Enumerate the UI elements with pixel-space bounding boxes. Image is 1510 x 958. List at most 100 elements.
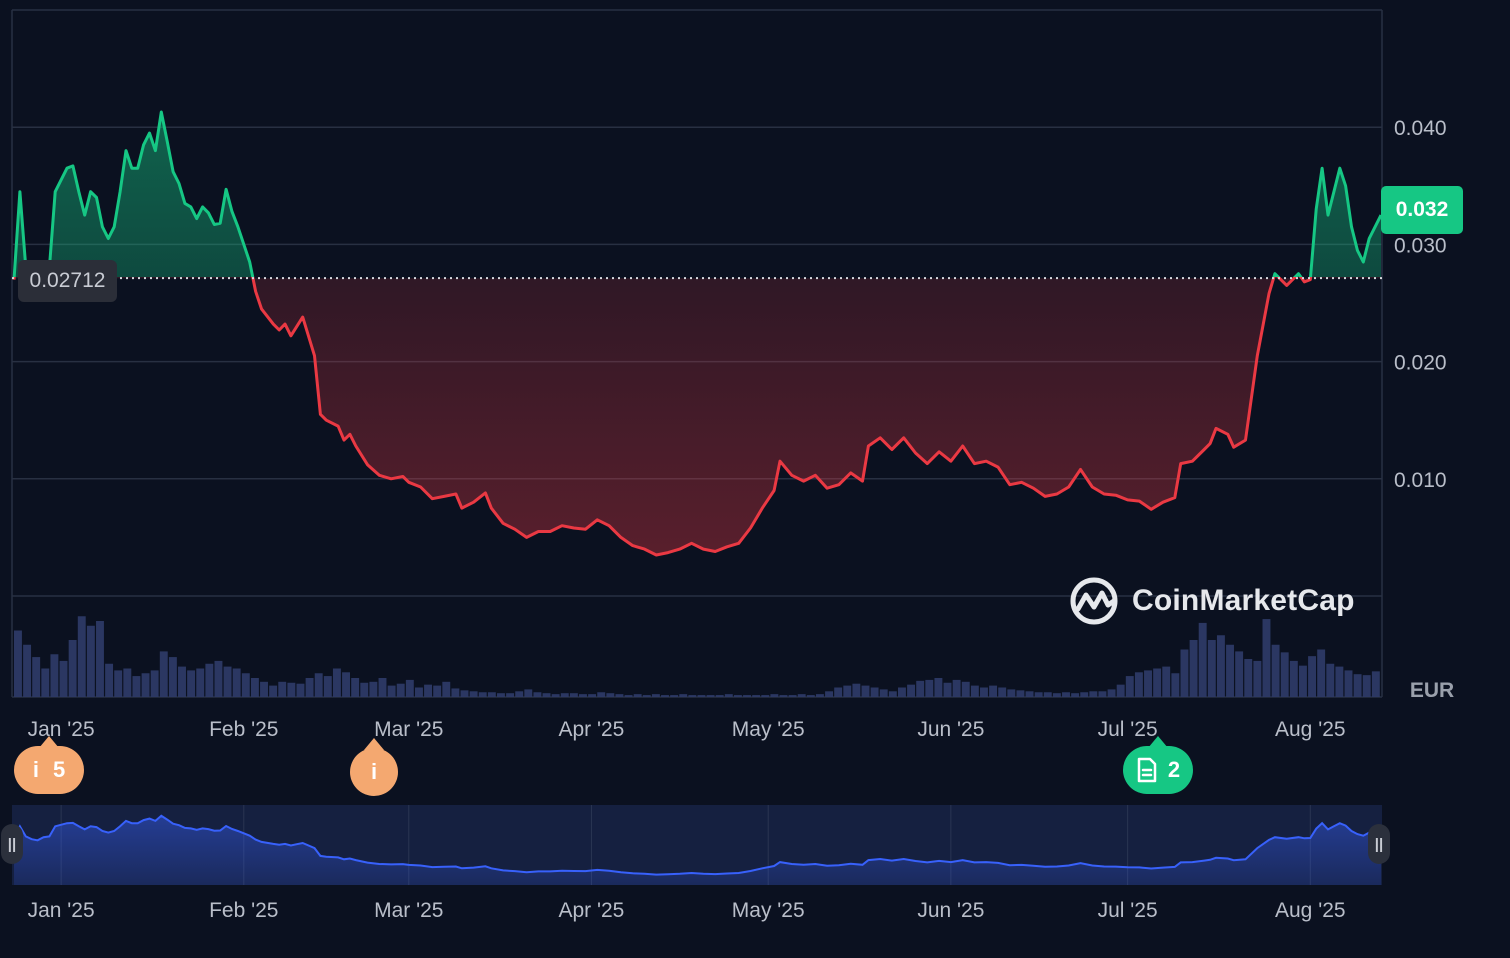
volume-bar — [989, 685, 998, 697]
volume-bar — [560, 693, 569, 697]
current-price-label: 0.032 — [1381, 186, 1463, 234]
volume-bar — [1362, 675, 1371, 697]
volume-bar — [1062, 692, 1070, 697]
volume-bar — [269, 685, 278, 697]
volume-bar — [1098, 691, 1107, 697]
volume-bar — [86, 625, 95, 697]
volume-bar — [943, 682, 952, 697]
volume-bar — [642, 695, 651, 697]
volume-bar — [323, 676, 332, 697]
volume-bar — [661, 695, 669, 697]
volume-bar — [1326, 663, 1335, 697]
volume-bar — [1371, 671, 1380, 697]
info-glyph: i — [370, 759, 378, 784]
currency-unit-label: EUR — [1410, 679, 1454, 702]
volume-bar — [433, 685, 442, 697]
volume-bar — [1034, 692, 1043, 697]
document-badge-jul[interactable]: 2 — [1123, 736, 1193, 794]
volume-bar — [1271, 644, 1280, 697]
volume-bar — [770, 694, 779, 697]
volume-bar — [879, 689, 888, 697]
volume-bar — [132, 676, 141, 697]
volume-bar — [387, 685, 396, 697]
volume-bar — [351, 678, 360, 697]
volume-bar — [396, 683, 405, 697]
volume-bar — [779, 695, 788, 697]
volume-bar — [606, 693, 615, 697]
info-icon: i — [32, 757, 39, 782]
volume-bar — [105, 663, 114, 697]
volume-bar — [998, 687, 1007, 697]
volume-bar — [478, 692, 487, 697]
volume-bar — [934, 678, 943, 697]
volume-bar — [524, 689, 533, 697]
volume-bar — [23, 644, 32, 697]
volume-bar — [579, 694, 587, 697]
volume-bar — [424, 684, 433, 697]
y-axis-ticks: 0.040 0.030 0.020 0.010 — [1394, 117, 1447, 492]
navigator-handle-left[interactable]: || — [1, 824, 23, 864]
volume-bar — [332, 668, 341, 697]
volume-bar — [214, 660, 223, 697]
volume-bar — [223, 666, 232, 697]
volume-bar — [1171, 673, 1180, 697]
volume-bar — [451, 688, 460, 697]
navigator-x-tick-label: Jul '25 — [1098, 899, 1158, 922]
price-chart-svg[interactable]: 0.040 0.030 0.020 0.010 Jan '25 Feb '25 Mar '… — [0, 0, 1510, 958]
volume-bar — [615, 694, 624, 697]
volume-bar — [834, 687, 843, 697]
news-badge-feb[interactable]: i i — [350, 738, 398, 796]
volume-bar — [1125, 676, 1134, 697]
volume-bar — [405, 679, 414, 697]
volume-bar — [925, 679, 934, 697]
volume-bar — [1080, 692, 1089, 697]
volume-bar — [651, 694, 660, 697]
volume-bar — [1353, 674, 1362, 697]
volume-bar — [260, 681, 268, 697]
volume-bar — [597, 692, 606, 697]
volume-bars — [14, 616, 1380, 697]
navigator-x-tick-label: May '25 — [732, 899, 805, 922]
volume-bar — [414, 687, 423, 697]
document-icon — [1137, 757, 1157, 783]
navigator[interactable] — [12, 805, 1382, 885]
volume-bar — [1244, 659, 1253, 697]
volume-bar — [41, 668, 50, 697]
volume-bar — [1262, 619, 1271, 697]
volume-bar — [633, 694, 642, 697]
volume-bar — [1253, 660, 1262, 697]
volume-bar — [1216, 635, 1225, 697]
volume-bar — [469, 691, 478, 697]
volume-bar — [1089, 691, 1098, 697]
volume-bar — [706, 695, 715, 697]
volume-bar — [50, 654, 59, 697]
x-tick-label: May '25 — [732, 718, 805, 741]
volume-bar — [32, 657, 41, 697]
volume-bar — [733, 695, 742, 697]
volume-bar — [688, 695, 697, 697]
volume-bar — [916, 680, 925, 697]
volume-bar — [369, 681, 378, 697]
volume-bar — [970, 685, 979, 697]
volume-bar — [588, 694, 597, 697]
x-tick-label: Mar '25 — [374, 718, 443, 741]
navigator-x-tick-label: Jun '25 — [917, 899, 984, 922]
volume-bar — [77, 616, 86, 697]
volume-bar — [843, 685, 852, 697]
drag-handle-icon: || — [7, 835, 17, 853]
volume-bar — [1344, 670, 1353, 697]
volume-bar — [250, 678, 259, 697]
volume-bar — [897, 687, 906, 697]
volume-bar — [624, 695, 633, 697]
y-tick-label: 0.030 — [1394, 234, 1447, 257]
volume-bar — [551, 694, 560, 697]
volume-bar — [533, 692, 542, 697]
volume-bar — [205, 663, 214, 697]
volume-bar — [178, 666, 186, 697]
volume-bar — [569, 693, 578, 697]
news-badge-jan[interactable]: i 5 — [14, 736, 84, 794]
x-tick-label: Feb '25 — [209, 718, 278, 741]
navigator-handle-right[interactable]: || — [1368, 824, 1390, 864]
volume-bar — [141, 673, 150, 697]
y-tick-label: 0.020 — [1394, 352, 1447, 375]
